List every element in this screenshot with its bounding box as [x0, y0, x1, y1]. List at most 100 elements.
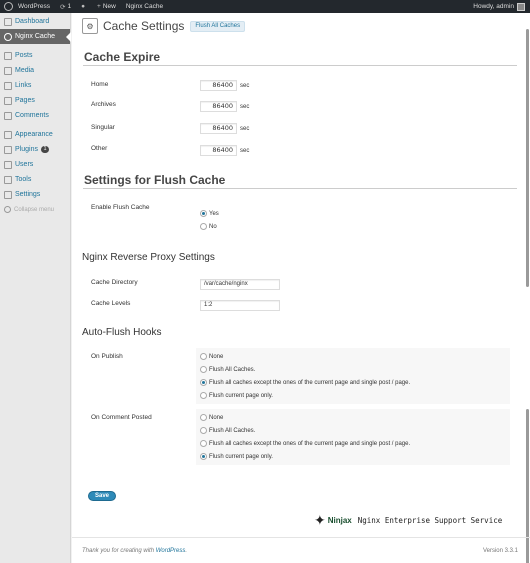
sidebar-item-comments[interactable]: Comments	[0, 108, 70, 123]
scrollbar-thumb[interactable]	[526, 29, 529, 287]
comments-link[interactable]: ●	[76, 0, 92, 13]
cache-levels-label: Cache Levels	[91, 300, 131, 307]
sidebar-item-label: Users	[15, 161, 34, 168]
footer-thanks-suffix: .	[185, 548, 188, 554]
flush-settings-heading: Settings for Flush Cache	[84, 173, 226, 187]
sidebar-item-label: Comments	[15, 112, 49, 119]
enable-flush-label: Enable Flush Cache	[91, 204, 150, 211]
flush-yes-option[interactable]: Yes	[200, 210, 219, 217]
page-header: ⚙ Cache Settings Flush All Caches	[82, 18, 246, 34]
users-icon	[4, 160, 12, 169]
radio-icon[interactable]	[200, 440, 207, 447]
radio-icon[interactable]	[200, 427, 207, 434]
singular-expire-input[interactable]: 86400	[200, 123, 237, 134]
scrollbar-thumb-lower[interactable]	[526, 409, 529, 563]
flush-no-option[interactable]: No	[200, 223, 217, 230]
sidebar-item-nginx-cache[interactable]: Nginx Cache	[0, 29, 71, 44]
ninjax-banner[interactable]: ✦ Ninjax Nginx Enterprise Support Servic…	[314, 513, 502, 527]
on-publish-none-option[interactable]: None	[200, 353, 223, 360]
archives-expire-input[interactable]: 86400	[200, 101, 237, 112]
sidebar-item-links[interactable]: Links	[0, 78, 70, 93]
cache-directory-label: Cache Directory	[91, 279, 138, 286]
option-label: Flush All Caches.	[209, 427, 256, 434]
radio-selected-icon[interactable]	[200, 210, 207, 217]
comment-icon	[4, 111, 12, 120]
plug-icon	[4, 145, 12, 154]
other-expire-input[interactable]: 86400	[200, 145, 237, 156]
cache-levels-input[interactable]: 1:2	[200, 300, 280, 311]
sidebar-item-appearance[interactable]: Appearance	[0, 127, 70, 142]
unit-label: sec	[240, 148, 250, 154]
proxy-settings-heading: Nginx Reverse Proxy Settings	[82, 252, 215, 263]
ninjax-brand: Ninjax	[327, 515, 352, 525]
on-publish-label: On Publish	[91, 353, 123, 360]
on-publish-except-option[interactable]: Flush all caches except the ones of the …	[200, 379, 410, 386]
radio-icon[interactable]	[200, 366, 207, 373]
on-comment-except-option[interactable]: Flush all caches except the ones of the …	[200, 440, 410, 447]
radio-selected-icon[interactable]	[200, 379, 207, 386]
updates-link[interactable]: ⟳ 1	[55, 0, 76, 13]
site-name-label: WordPress	[18, 3, 51, 10]
sidebar-item-dashboard[interactable]: Dashboard	[0, 14, 70, 29]
sidebar-item-label: Appearance	[15, 131, 53, 138]
wordpress-link[interactable]: WordPress	[156, 548, 186, 554]
admin-bar: WordPress ⟳ 1 ● + New Nginx Cache Howdy, a…	[0, 0, 530, 13]
radio-icon[interactable]	[200, 353, 207, 360]
collapse-menu-button[interactable]: Collapse menu	[0, 202, 70, 217]
sidebar-item-posts[interactable]: Posts	[0, 48, 70, 63]
appearance-icon	[4, 130, 12, 139]
account-menu[interactable]: Howdy, admin	[468, 0, 530, 13]
new-label: New	[102, 3, 116, 10]
nginx-cache-bar-label: Nginx Cache	[125, 3, 164, 10]
howdy-label: Howdy, admin	[473, 3, 514, 10]
footer-thanks: Thank you for creating with WordPress.	[82, 548, 187, 554]
radio-icon[interactable]	[200, 223, 207, 230]
sidebar-item-media[interactable]: Media	[0, 63, 70, 78]
sidebar-item-users[interactable]: Users	[0, 157, 70, 172]
flush-all-caches-button[interactable]: Flush All Caches	[190, 20, 246, 32]
home-expire-input[interactable]: 86400	[200, 80, 237, 91]
sidebar-item-label: Nginx Cache	[15, 33, 56, 40]
sidebar-item-pages[interactable]: Pages	[0, 93, 70, 108]
option-label: Flush current page only.	[209, 453, 273, 460]
wordpress-logo-icon[interactable]	[4, 2, 13, 11]
singular-expire-label: Singular	[91, 124, 115, 131]
collapse-arrow-icon	[4, 206, 11, 213]
save-button[interactable]: Save	[88, 491, 117, 501]
cache-directory-input[interactable]: /var/cache/nginx	[200, 279, 280, 290]
collapse-menu-label: Collapse menu	[14, 206, 55, 213]
new-content-link[interactable]: + New	[92, 0, 121, 13]
on-publish-all-option[interactable]: Flush All Caches.	[200, 366, 255, 373]
on-comment-current-option[interactable]: Flush current page only.	[200, 453, 273, 460]
site-name-link[interactable]: WordPress	[13, 0, 55, 13]
sidebar-item-label: Links	[15, 82, 32, 89]
plugins-update-badge: 1	[40, 146, 50, 153]
option-label: No	[209, 223, 217, 230]
sidebar-item-tools[interactable]: Tools	[0, 172, 70, 187]
on-comment-none-option[interactable]: None	[200, 414, 223, 421]
sidebar-item-plugins[interactable]: Plugins 1	[0, 142, 70, 157]
updates-count: 1	[67, 3, 72, 10]
option-label: Flush all caches except the ones of the …	[209, 379, 411, 386]
on-comment-all-option[interactable]: Flush All Caches.	[200, 427, 255, 434]
ninjax-star-icon: ✦	[314, 512, 326, 528]
page-title: Cache Settings	[103, 19, 185, 33]
radio-selected-icon[interactable]	[200, 453, 207, 460]
media-icon	[4, 66, 12, 75]
sidebar-item-settings[interactable]: Settings	[0, 187, 70, 202]
on-publish-current-option[interactable]: Flush current page only.	[200, 392, 273, 399]
on-comment-label: On Comment Posted	[91, 414, 152, 421]
plus-icon: +	[97, 3, 101, 10]
avatar	[517, 2, 525, 11]
radio-icon[interactable]	[200, 414, 207, 421]
nginx-cache-bar-link[interactable]: Nginx Cache	[121, 0, 168, 13]
sidebar-item-label: Media	[15, 67, 35, 74]
auto-flush-hooks-heading: Auto-Flush Hooks	[82, 327, 162, 338]
sidebar-item-label: Dashboard	[15, 18, 50, 25]
option-label: Flush all caches except the ones of the …	[209, 440, 411, 447]
ninjax-tagline: Nginx Enterprise Support Service	[357, 515, 503, 525]
nginx-cache-icon	[4, 32, 12, 41]
radio-icon[interactable]	[200, 392, 207, 399]
unit-label: sec	[240, 126, 250, 132]
unit-label: sec	[240, 83, 250, 89]
